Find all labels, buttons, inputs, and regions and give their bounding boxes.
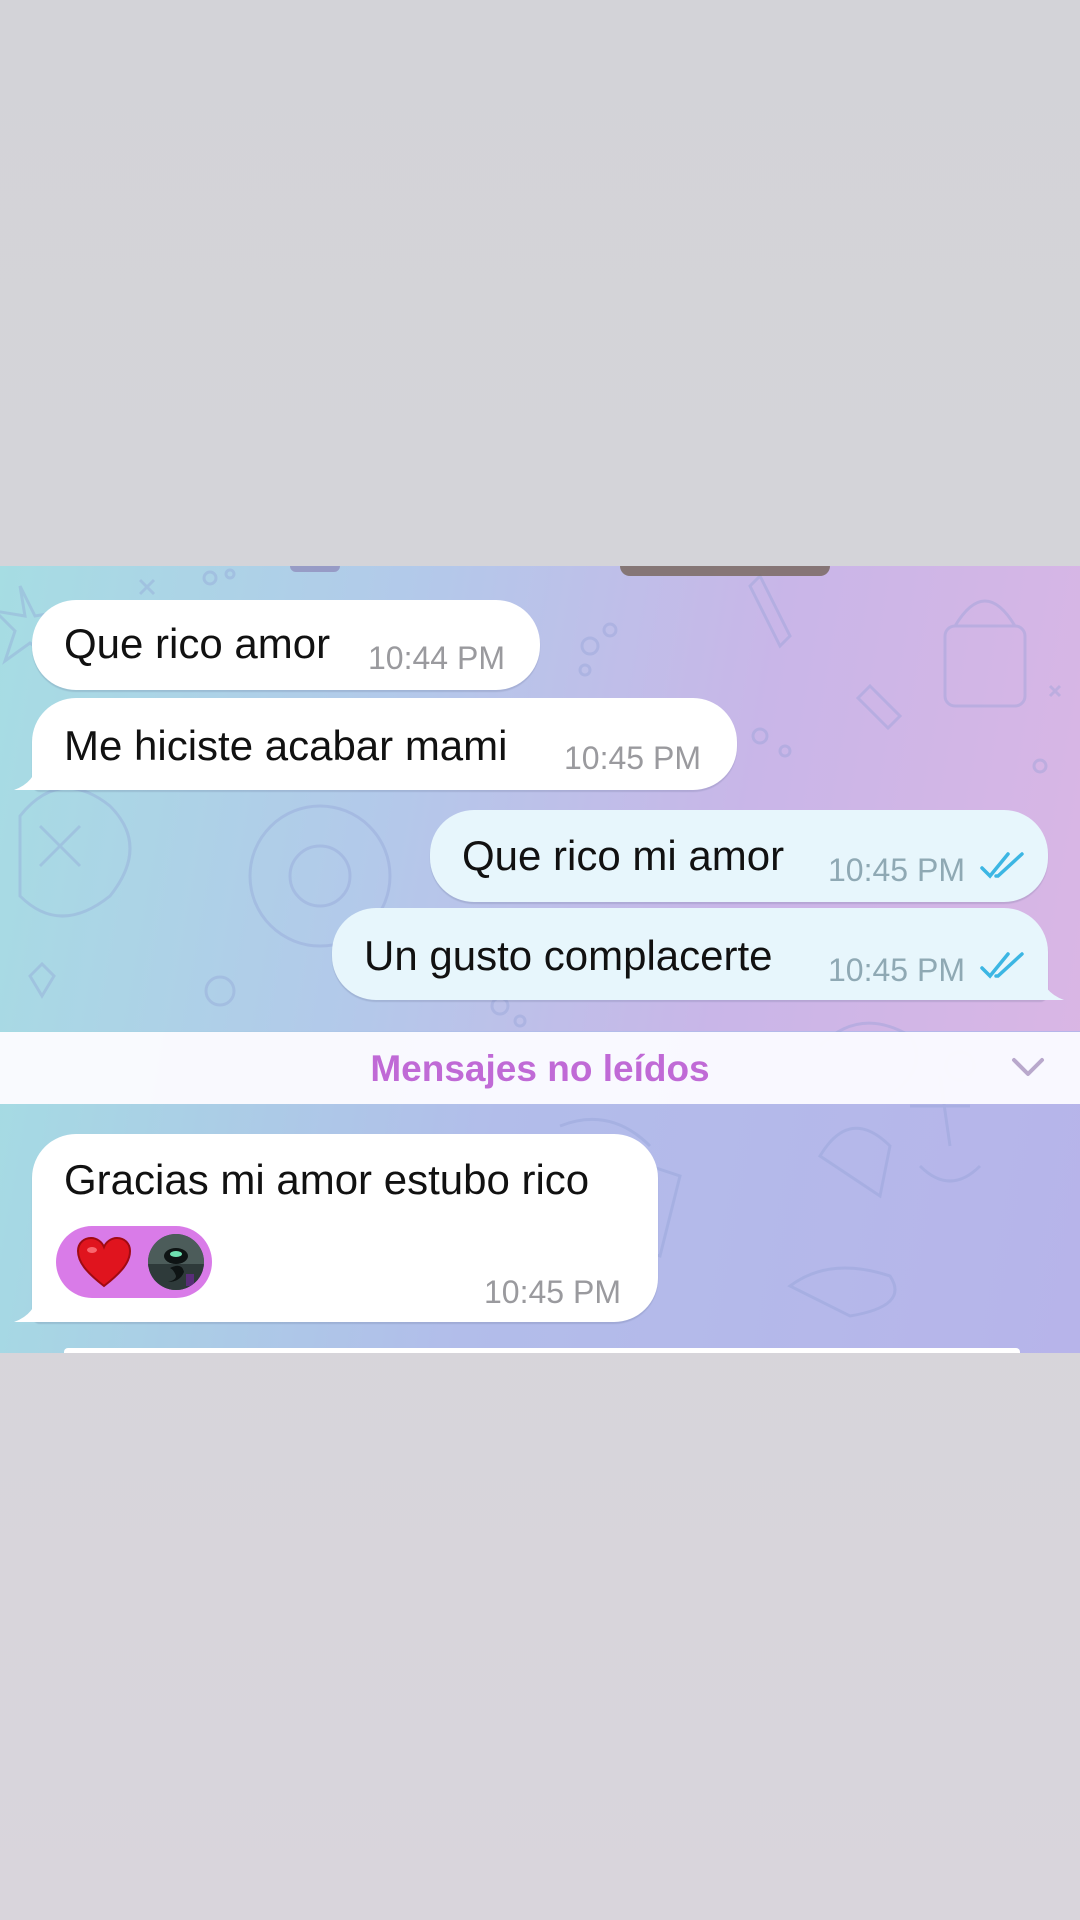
red-heart-icon: [76, 1236, 132, 1288]
message-text: Un gusto complacerte: [364, 932, 773, 979]
message-time: 10:44 PM: [368, 640, 505, 676]
partial-photo-top-left: [290, 566, 340, 572]
message-time: 10:45 PM: [828, 852, 965, 888]
message-time: 10:45 PM: [484, 1274, 621, 1310]
next-message-edge: [64, 1348, 1020, 1353]
message-text: Me hiciste acabar mami: [64, 722, 508, 769]
reactor-avatar: [148, 1234, 204, 1290]
message-time: 10:45 PM: [828, 952, 965, 988]
message-bubble-outgoing[interactable]: Un gusto complacerte 10:45 PM: [332, 908, 1048, 1000]
message-bubble-incoming[interactable]: Que rico amor 10:44 PM: [32, 600, 540, 690]
partial-photo-top: [620, 566, 830, 576]
unread-messages-label: Mensajes no leídos: [370, 1048, 710, 1089]
message-text: Que rico amor: [64, 620, 331, 667]
message-bubble-outgoing[interactable]: Que rico mi amor 10:45 PM: [430, 810, 1048, 902]
message-time: 10:45 PM: [564, 740, 701, 776]
double-check-icon: [980, 852, 1024, 879]
bubble-tail: [1030, 970, 1064, 1000]
message-text: Que rico mi amor: [462, 832, 785, 879]
reaction-pill[interactable]: [56, 1226, 212, 1298]
message-bubble-incoming[interactable]: Me hiciste acabar mami 10:45 PM: [32, 698, 737, 790]
unread-messages-divider: Mensajes no leídos: [0, 1032, 1080, 1104]
message-text: Gracias mi amor estubo rico: [64, 1156, 590, 1203]
message-bubble-incoming[interactable]: Gracias mi amor estubo rico 10:45 PM: [32, 1134, 658, 1322]
bubble-tail: [14, 760, 48, 790]
double-check-icon: [980, 952, 1024, 979]
bubble-tail: [14, 1292, 48, 1322]
chevron-down-icon[interactable]: [1010, 1056, 1046, 1080]
